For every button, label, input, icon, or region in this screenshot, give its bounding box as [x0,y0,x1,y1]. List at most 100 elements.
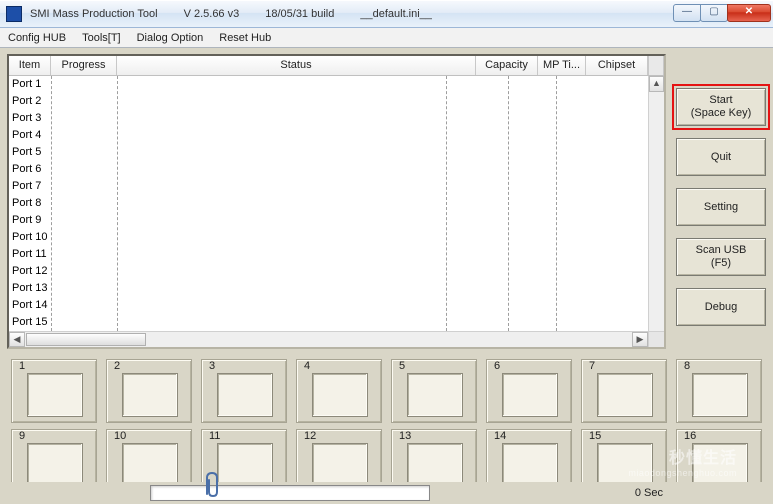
row-item[interactable]: Port 2 [9,93,51,110]
debug-button[interactable]: Debug [676,288,766,326]
scan-button-label: Scan USB [696,244,747,257]
table-row: Port 5 [9,144,648,161]
row-item[interactable]: Port 13 [9,280,51,297]
row-item[interactable]: Port 5 [9,144,51,161]
table-row: Port 10 [9,229,648,246]
slot-well [597,443,653,487]
col-header-mptime[interactable]: MP Ti... [538,56,586,75]
table-row: Port 15 [9,314,648,331]
slot-number: 11 [209,430,220,442]
row-item[interactable]: Port 3 [9,110,51,127]
col-header-capacity[interactable]: Capacity [476,56,538,75]
menu-tools[interactable]: Tools[T] [82,32,121,44]
scroll-left-arrow-icon[interactable]: ◀ [9,332,25,347]
close-button[interactable]: ✕ [727,4,771,22]
port-table[interactable]: Item Progress Status Capacity MP Ti... C… [7,54,666,349]
slot-well [217,443,273,487]
slot-grid: 1 2 3 4 5 6 7 8 9 10 11 12 13 14 15 16 [7,359,766,493]
table-row: Port 9 [9,212,648,229]
slot[interactable]: 6 [486,359,572,423]
col-header-status[interactable]: Status [117,56,476,75]
slot-number: 14 [494,430,506,442]
slot[interactable]: 1 [11,359,97,423]
scroll-thumb[interactable] [26,333,146,346]
slot-well [122,373,178,417]
row-item[interactable]: Port 1 [9,76,51,93]
table-row: Port 6 [9,161,648,178]
slot-well [692,373,748,417]
slot-number: 6 [494,360,500,372]
slot-number: 9 [19,430,25,442]
slot-well [312,373,368,417]
slot-number: 3 [209,360,215,372]
title-ini: __default.ini__ [360,8,432,20]
table-row: Port 7 [9,178,648,195]
row-item[interactable]: Port 11 [9,246,51,263]
table-row: Port 3 [9,110,648,127]
slot-number: 4 [304,360,310,372]
slot-well [597,373,653,417]
slot-well [502,373,558,417]
table-header: Item Progress Status Capacity MP Ti... C… [9,56,664,76]
menu-config-hub[interactable]: Config HUB [8,32,66,44]
table-row: Port 1 [9,76,648,93]
slot-well [27,443,83,487]
slot-number: 13 [399,430,411,442]
start-button-label: Start [691,94,752,107]
title-build: 18/05/31 build [265,8,334,20]
menu-dialog-option[interactable]: Dialog Option [137,32,204,44]
row-item[interactable]: Port 8 [9,195,51,212]
scan-usb-button[interactable]: Scan USB (F5) [676,238,766,276]
col-header-progress[interactable]: Progress [51,56,117,75]
app-icon [6,6,22,22]
row-item[interactable]: Port 12 [9,263,51,280]
slot-well [502,443,558,487]
minimize-button[interactable]: — [673,4,701,22]
slot-number: 15 [589,430,601,442]
table-body: Port 1 Port 2 Port 3 Port 4 Port 5 Port … [9,76,648,331]
horizontal-scrollbar[interactable]: ◀ ▶ [9,331,648,347]
table-row: Port 14 [9,297,648,314]
slot[interactable]: 7 [581,359,667,423]
table-row: Port 2 [9,93,648,110]
slot-number: 2 [114,360,120,372]
slot-number: 10 [114,430,126,442]
side-buttons: Start (Space Key) Quit Setting Scan USB … [676,54,766,349]
slot[interactable]: 4 [296,359,382,423]
col-header-item[interactable]: Item [9,56,51,75]
row-item[interactable]: Port 14 [9,297,51,314]
row-item[interactable]: Port 15 [9,314,51,331]
row-item[interactable]: Port 10 [9,229,51,246]
table-row: Port 12 [9,263,648,280]
title-app-name: SMI Mass Production Tool [30,8,158,20]
header-scroll-spacer [648,56,664,75]
slot-number: 1 [19,360,25,372]
client-area: Item Progress Status Capacity MP Ti... C… [0,48,773,504]
row-item[interactable]: Port 7 [9,178,51,195]
quit-button[interactable]: Quit [676,138,766,176]
slot-well [27,373,83,417]
menu-reset-hub[interactable]: Reset Hub [219,32,271,44]
table-row: Port 13 [9,280,648,297]
vertical-scrollbar[interactable]: ▲ [648,76,664,331]
row-item[interactable]: Port 4 [9,127,51,144]
titlebar[interactable]: SMI Mass Production Tool V 2.5.66 v3 18/… [0,0,773,28]
col-header-chipset[interactable]: Chipset [586,56,648,75]
slot[interactable]: 5 [391,359,477,423]
scroll-right-arrow-icon[interactable]: ▶ [632,332,648,347]
status-bar: 0 Sec [0,482,773,504]
table-row: Port 8 [9,195,648,212]
slot[interactable]: 3 [201,359,287,423]
row-item[interactable]: Port 6 [9,161,51,178]
maximize-button[interactable]: ▢ [700,4,728,22]
slot[interactable]: 2 [106,359,192,423]
slot-well [407,373,463,417]
slot[interactable]: 8 [676,359,762,423]
slot-well [692,443,748,487]
setting-button[interactable]: Setting [676,188,766,226]
scroll-up-arrow-icon[interactable]: ▲ [649,76,664,92]
start-button[interactable]: Start (Space Key) [676,88,766,126]
start-button-hint: (Space Key) [691,107,752,120]
slot-well [407,443,463,487]
row-item[interactable]: Port 9 [9,212,51,229]
